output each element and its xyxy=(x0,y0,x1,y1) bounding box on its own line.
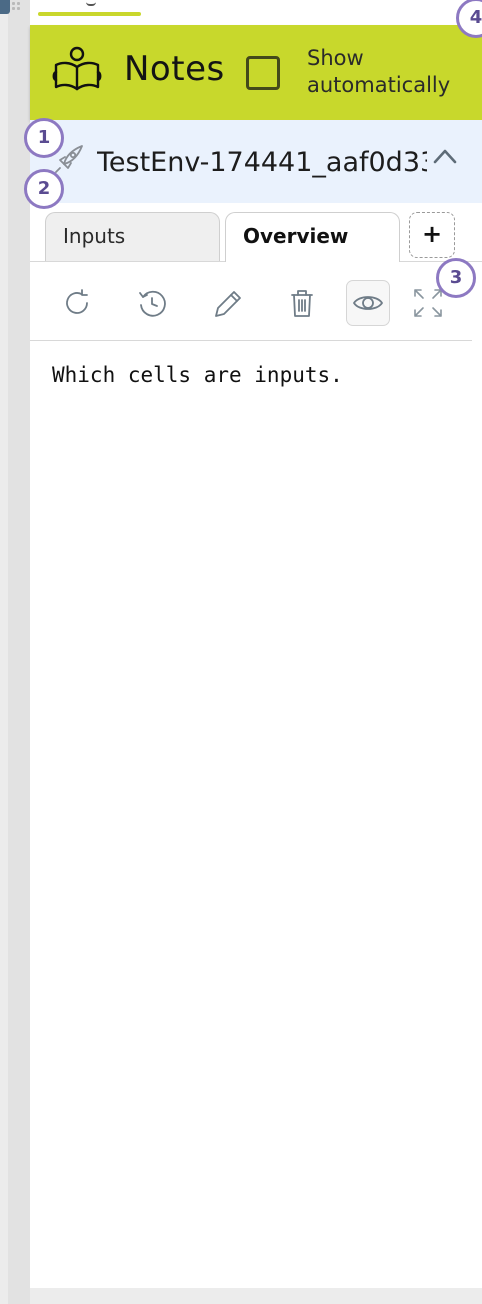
trash-icon xyxy=(291,290,313,317)
environment-header[interactable]: TestEnv-174441_aaf0d33e xyxy=(30,120,482,203)
notes-title: Notes xyxy=(124,49,225,89)
show-automatically-checkbox[interactable] xyxy=(246,56,280,90)
note-tabs-bar: Inputs Overview + xyxy=(30,203,482,262)
refresh-icon xyxy=(66,289,88,314)
edit-button[interactable] xyxy=(205,280,249,326)
notes-header: Notes Show automatically xyxy=(30,25,482,120)
note-content[interactable]: Which cells are inputs. xyxy=(52,363,343,387)
drag-handle-icon[interactable] xyxy=(12,2,22,14)
history-icon xyxy=(139,290,166,317)
tab-overview[interactable]: Overview xyxy=(225,212,400,262)
edit-pencil-icon xyxy=(215,291,241,317)
refresh-button[interactable] xyxy=(55,280,99,326)
chevron-up-icon[interactable] xyxy=(432,147,458,165)
reading-book-icon xyxy=(52,46,102,91)
preview-toggle-button[interactable] xyxy=(346,280,390,326)
callout-badge-3: 3 xyxy=(436,258,476,298)
active-panel-tab-indicator xyxy=(38,12,141,16)
corner-chip xyxy=(0,0,10,14)
add-tab-button[interactable]: + xyxy=(409,212,455,258)
history-button[interactable] xyxy=(130,280,174,326)
callout-badge-1: 1 xyxy=(24,118,64,158)
show-automatically-label: Show automatically xyxy=(307,46,451,97)
eye-icon xyxy=(353,296,383,310)
note-toolbar xyxy=(30,270,472,341)
tab-inputs[interactable]: Inputs xyxy=(45,212,220,261)
callout-badge-2: 2 xyxy=(24,169,64,209)
panel-tab-icon-fragment xyxy=(86,0,96,6)
environment-title: TestEnv-174441_aaf0d33e xyxy=(97,147,427,178)
delete-button[interactable] xyxy=(280,280,324,326)
